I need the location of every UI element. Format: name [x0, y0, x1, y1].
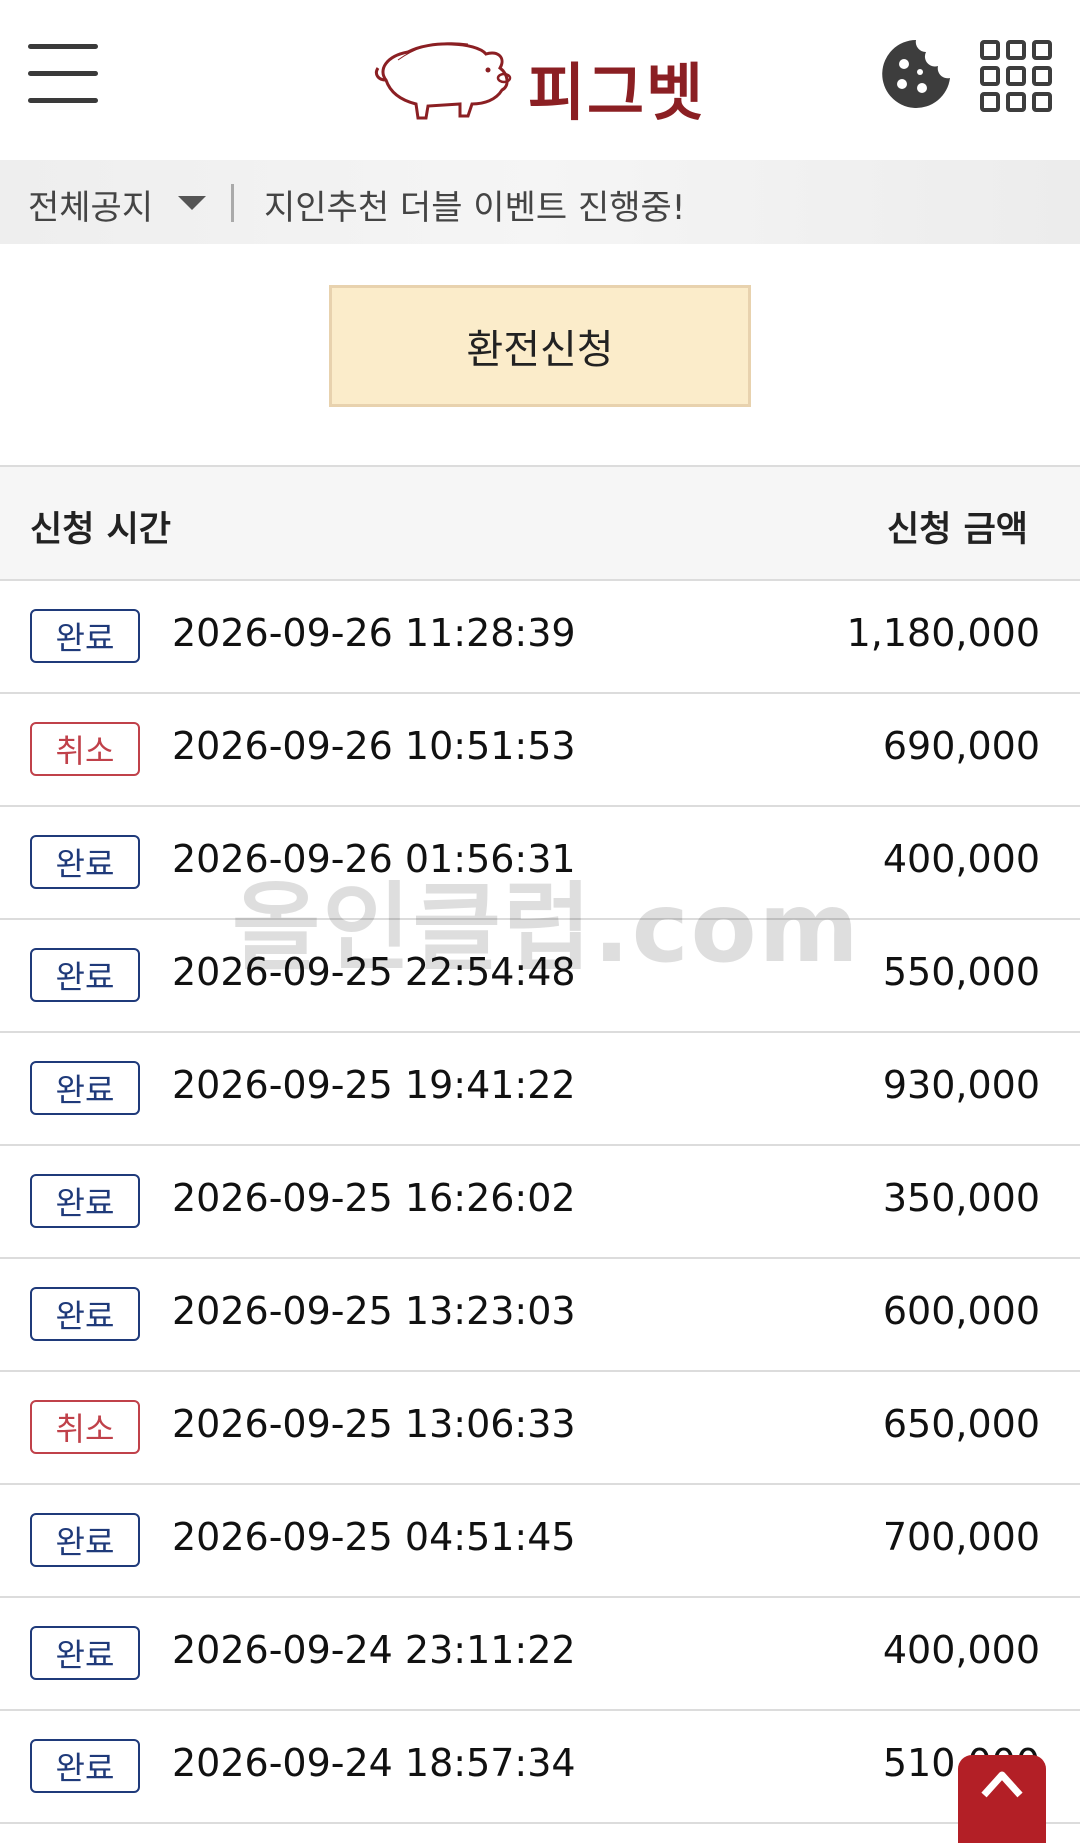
status-badge: 완료	[30, 835, 140, 889]
arrow-up-icon	[981, 1771, 1023, 1798]
status-badge: 취소	[30, 722, 140, 776]
column-header-time: 신청 시간	[30, 510, 171, 550]
request-time: 2026-09-25 13:23:03	[172, 1289, 576, 1333]
request-time: 2026-09-25 16:26:02	[172, 1176, 576, 1220]
request-time: 2026-09-26 10:51:53	[172, 724, 576, 768]
status-badge: 완료	[30, 1174, 140, 1228]
request-time: 2026-09-25 13:06:33	[172, 1402, 576, 1446]
status-badge: 완료	[30, 609, 140, 663]
table-row[interactable]: 완료 2026-09-24 23:11:22 400,000	[0, 1598, 1080, 1711]
withdrawal-table: 신청 시간 신청 금액 완료 2026-09-26 11:28:39 1,180…	[0, 465, 1080, 1824]
table-row[interactable]: 완료 2026-09-25 19:41:22 930,000	[0, 1033, 1080, 1146]
notice-text[interactable]: 지인추천 더블 이벤트 진행중!	[264, 180, 685, 229]
request-amount: 400,000	[882, 837, 1040, 881]
scroll-top-button[interactable]	[958, 1755, 1046, 1843]
table-row[interactable]: 완료 2026-09-25 04:51:45 700,000	[0, 1485, 1080, 1598]
request-time: 2026-09-24 23:11:22	[172, 1628, 576, 1672]
status-badge: 완료	[30, 1513, 140, 1567]
request-time: 2026-09-26 01:56:31	[172, 837, 576, 881]
notice-divider	[231, 184, 234, 222]
request-amount: 550,000	[882, 950, 1040, 994]
cookie-icon[interactable]	[880, 38, 952, 110]
request-amount: 350,000	[882, 1176, 1040, 1220]
exchange-request-button[interactable]: 환전신청	[329, 285, 751, 407]
request-time: 2026-09-25 22:54:48	[172, 950, 576, 994]
logo-text: 피그벳	[528, 56, 706, 129]
pig-icon	[374, 42, 512, 120]
column-header-amount: 신청 금액	[887, 510, 1028, 550]
caret-down-icon[interactable]	[178, 196, 206, 210]
table-row[interactable]: 완료 2026-09-26 11:28:39 1,180,000	[0, 581, 1080, 694]
request-time: 2026-09-26 11:28:39	[172, 611, 576, 655]
table-row[interactable]: 완료 2026-09-26 01:56:31 400,000	[0, 807, 1080, 920]
request-amount: 1,180,000	[846, 611, 1040, 655]
request-amount: 650,000	[882, 1402, 1040, 1446]
table-row[interactable]: 완료 2026-09-25 13:23:03 600,000	[0, 1259, 1080, 1372]
request-amount: 600,000	[882, 1289, 1040, 1333]
status-badge: 완료	[30, 1626, 140, 1680]
request-amount: 930,000	[882, 1063, 1040, 1107]
status-badge: 완료	[30, 1287, 140, 1341]
request-time: 2026-09-25 19:41:22	[172, 1063, 576, 1107]
table-row[interactable]: 완료 2026-09-25 16:26:02 350,000	[0, 1146, 1080, 1259]
table-header: 신청 시간 신청 금액	[0, 465, 1080, 581]
status-badge: 취소	[30, 1400, 140, 1454]
status-badge: 완료	[30, 1061, 140, 1115]
table-row[interactable]: 취소 2026-09-25 13:06:33 650,000	[0, 1372, 1080, 1485]
notice-category[interactable]: 전체공지	[28, 180, 153, 229]
request-amount: 700,000	[882, 1515, 1040, 1559]
status-badge: 완료	[30, 948, 140, 1002]
table-row[interactable]: 완료 2026-09-24 18:57:34 510,000	[0, 1711, 1080, 1824]
hamburger-icon[interactable]	[28, 44, 100, 106]
table-row[interactable]: 완료 2026-09-25 22:54:48 550,000	[0, 920, 1080, 1033]
request-amount: 400,000	[882, 1628, 1040, 1672]
grid-icon[interactable]	[980, 40, 1052, 112]
header: 피그벳	[0, 0, 1080, 158]
request-time: 2026-09-25 04:51:45	[172, 1515, 576, 1559]
request-amount: 690,000	[882, 724, 1040, 768]
notice-bar: 전체공지 지인추천 더블 이벤트 진행중!	[0, 160, 1080, 244]
request-time: 2026-09-24 18:57:34	[172, 1741, 576, 1785]
status-badge: 완료	[30, 1739, 140, 1793]
logo[interactable]: 피그벳	[368, 30, 720, 129]
table-row[interactable]: 취소 2026-09-26 10:51:53 690,000	[0, 694, 1080, 807]
